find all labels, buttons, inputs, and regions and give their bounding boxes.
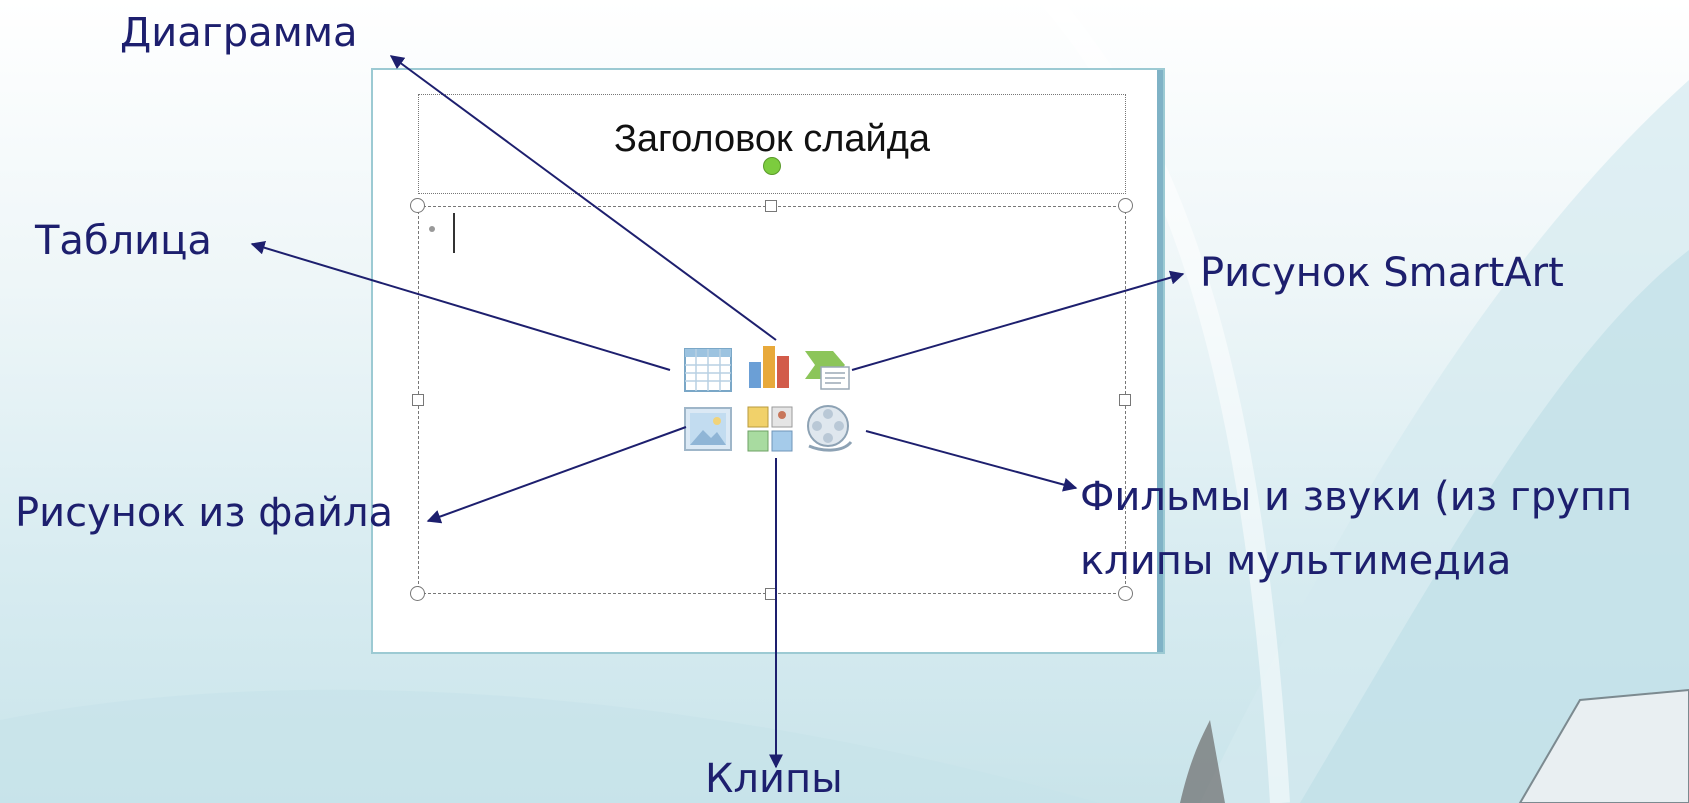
arrow-to-chart-label <box>389 55 777 341</box>
smartart-label: Рисунок SmartArt <box>1200 250 1564 296</box>
chart-label: Диаграмма <box>120 10 358 56</box>
media-label-line2: клипы мультимедиа <box>1080 538 1512 584</box>
picture-from-file-label: Рисунок из файла <box>15 490 394 536</box>
arrow-to-media-label <box>865 430 1078 492</box>
arrow-to-table-label <box>250 240 671 371</box>
table-label: Таблица <box>35 218 212 264</box>
clips-label: Клипы <box>705 756 843 802</box>
media-label-line1: Фильмы и звуки (из групп <box>1080 474 1633 520</box>
arrow-to-picture-label <box>426 426 687 524</box>
annotation-arrows <box>250 55 1185 769</box>
arrow-to-smartart-label <box>851 270 1185 371</box>
